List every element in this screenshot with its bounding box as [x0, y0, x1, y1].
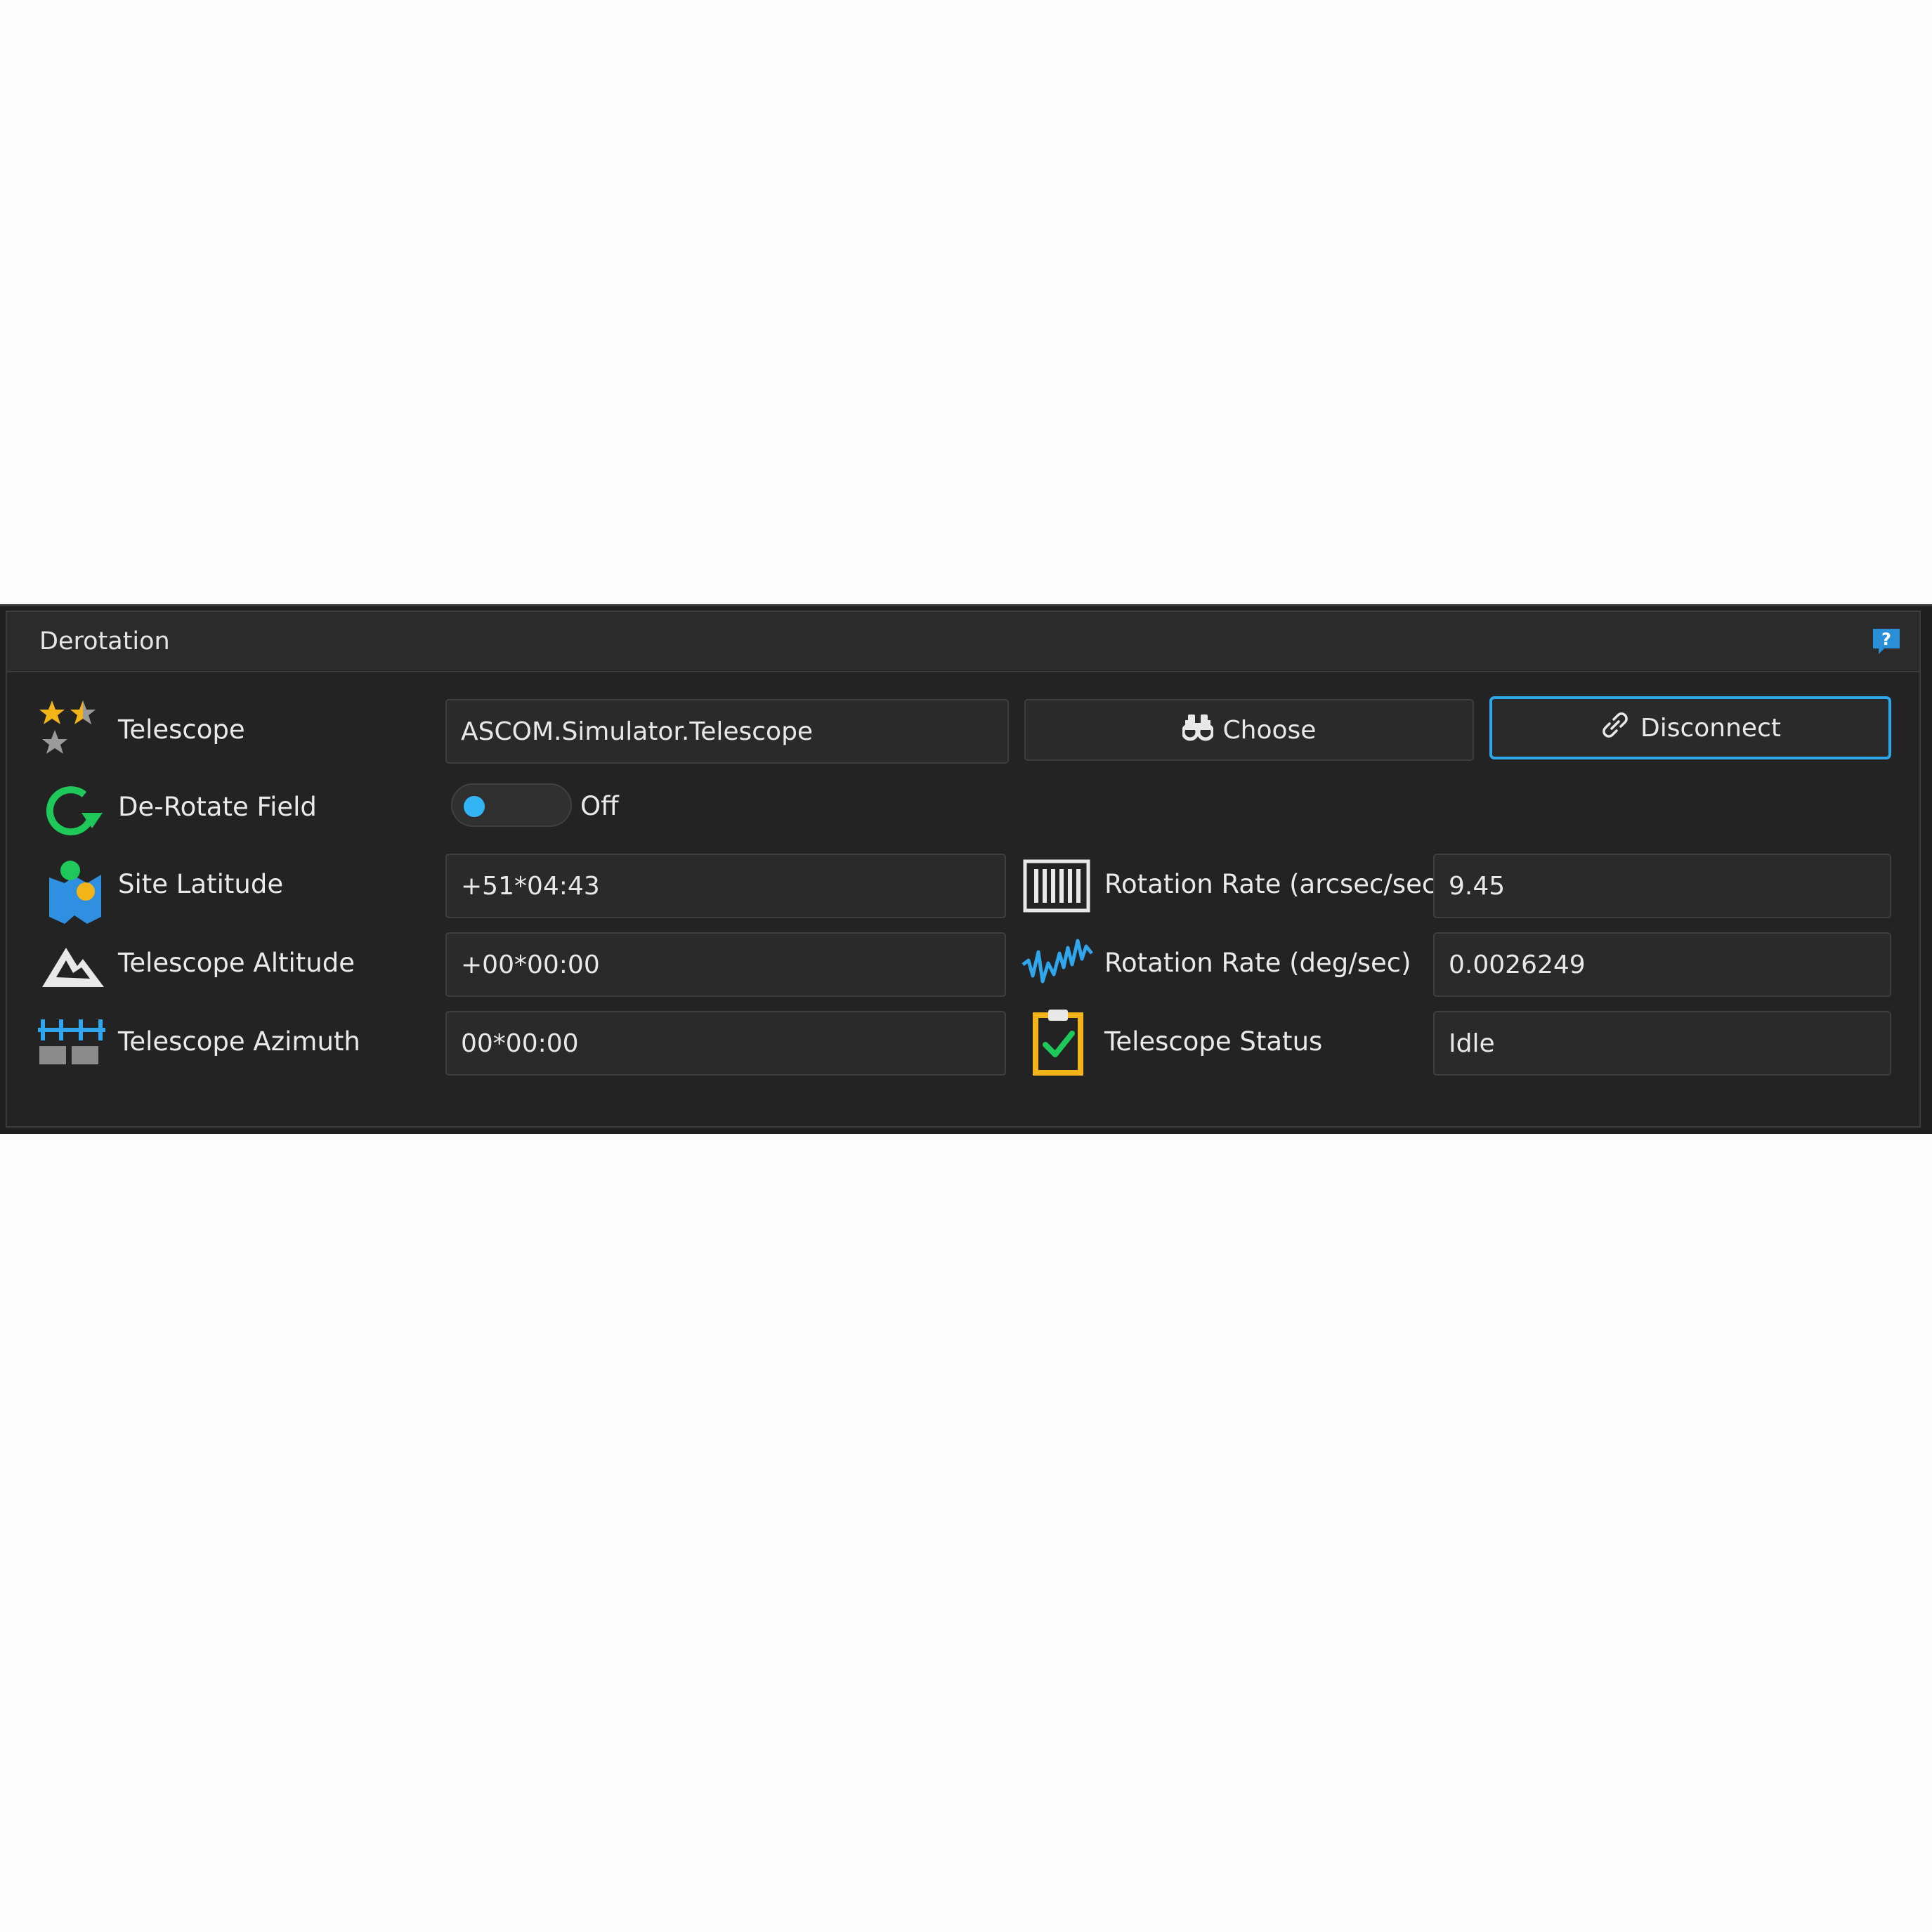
telescope-azimuth-label: Telescope Azimuth: [118, 1026, 360, 1057]
telescope-name-field[interactable]: ASCOM.Simulator.Telescope: [445, 699, 1009, 764]
derotation-panel-body: Derotation ? Telescope ASCOM.Simulator.T…: [6, 611, 1921, 1128]
rotation-rate-deg-value: 0.0026249: [1449, 950, 1586, 979]
barcode-icon: [1023, 859, 1090, 915]
derotation-panel: Derotation ? Telescope ASCOM.Simulator.T…: [0, 604, 1932, 1134]
telescope-altitude-field[interactable]: +00*00:00: [445, 932, 1006, 997]
rotation-rate-arcsec-label: Rotation Rate (arcsec/sec): [1104, 869, 1447, 899]
mountain-icon: [41, 942, 105, 991]
waveform-icon: [1022, 932, 1095, 997]
telescope-name-value: ASCOM.Simulator.Telescope: [461, 717, 814, 746]
derotate-toggle[interactable]: [451, 783, 572, 827]
panel-header: Derotation ?: [7, 612, 1919, 672]
help-icon[interactable]: ?: [1872, 627, 1901, 655]
rotation-rate-arcsec-field[interactable]: 9.45: [1433, 854, 1891, 918]
site-latitude-field[interactable]: +51*04:43: [445, 854, 1006, 918]
telescope-altitude-value: +00*00:00: [461, 950, 600, 979]
telescope-azimuth-field[interactable]: 00*00:00: [445, 1011, 1006, 1076]
rotation-rate-deg-field[interactable]: 0.0026249: [1433, 932, 1891, 997]
panel-title: Derotation: [39, 627, 170, 655]
map-pin-icon: [45, 859, 104, 929]
clipboard-check-icon: [1031, 1007, 1088, 1080]
disconnect-button[interactable]: Disconnect: [1489, 696, 1891, 759]
disconnect-button-label: Disconnect: [1640, 713, 1781, 743]
azimuth-icon: [38, 1018, 105, 1070]
telescope-status-field[interactable]: Idle: [1433, 1011, 1891, 1076]
site-latitude-value: +51*04:43: [461, 871, 600, 901]
link-icon: [1600, 710, 1631, 747]
telescope-status-value: Idle: [1449, 1029, 1495, 1058]
rotation-rate-deg-label: Rotation Rate (deg/sec): [1104, 948, 1411, 978]
telescope-azimuth-value: 00*00:00: [461, 1029, 579, 1058]
telescope-status-label: Telescope Status: [1104, 1026, 1323, 1057]
site-latitude-label: Site Latitude: [118, 869, 284, 899]
toggle-knob: [464, 796, 485, 817]
binoculars-icon: [1181, 713, 1215, 748]
stars-icon: [39, 700, 101, 761]
choose-button[interactable]: Choose: [1024, 699, 1474, 761]
rotate-arrow-icon: [41, 785, 108, 841]
derotate-field-label: De-Rotate Field: [118, 792, 317, 822]
derotate-toggle-state: Off: [580, 791, 619, 821]
telescope-label: Telescope: [118, 714, 245, 745]
choose-button-label: Choose: [1222, 715, 1317, 745]
telescope-altitude-label: Telescope Altitude: [118, 948, 355, 978]
rotation-rate-arcsec-value: 9.45: [1449, 871, 1506, 901]
svg-text:?: ?: [1881, 629, 1891, 649]
